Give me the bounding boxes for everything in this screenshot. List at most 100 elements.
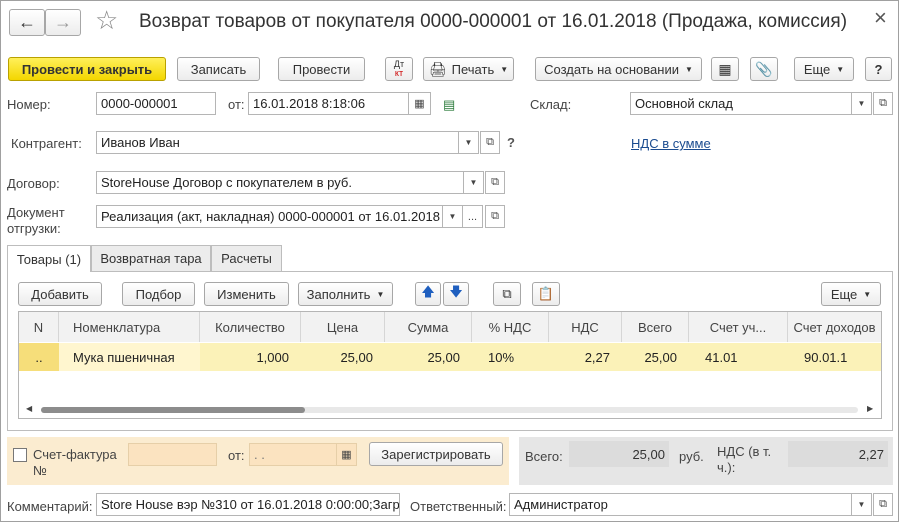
col-header-n[interactable]: N [19, 312, 59, 342]
print-label: Печать [451, 61, 495, 77]
arrow-up-icon: 🡅 [421, 284, 435, 299]
horizontal-scrollbar-thumb[interactable] [41, 407, 305, 413]
invoice-date-field[interactable]: . . [249, 443, 337, 466]
help-button[interactable]: ? [865, 57, 892, 81]
calendar-button[interactable]: ▦ [409, 92, 431, 115]
fill-button[interactable]: Заполнить ▼ [298, 282, 393, 306]
shipment-select-button[interactable]: ... [463, 205, 483, 228]
tab-settlements-label: Расчеты [221, 251, 272, 266]
contract-field[interactable]: StoreHouse Договор с покупателем в руб. [96, 171, 464, 194]
responsible-label: Ответственный: [410, 499, 507, 514]
chevron-down-icon: ▼ [684, 64, 693, 74]
col-price-label: Цена [326, 319, 359, 335]
cell-sum[interactable]: 25,00 [385, 343, 466, 371]
vat-total-value: 2,27 [788, 441, 888, 467]
counterparty-help-icon[interactable]: ? [507, 135, 515, 150]
contract-dropdown[interactable]: ▼ [464, 171, 484, 194]
dt-kt-button[interactable]: Дт кт [385, 57, 413, 81]
responsible-field[interactable]: Администратор [509, 493, 852, 516]
more-button[interactable]: Еще ▼ [794, 57, 854, 81]
fill-label: Заполнить [306, 286, 371, 302]
table-more-button[interactable]: Еще ▼ [821, 282, 881, 306]
tab-settlements[interactable]: Расчеты [211, 245, 282, 271]
back-button[interactable]: ← [9, 9, 45, 36]
col-header-price[interactable]: Цена [301, 312, 385, 342]
table-more-label: Еще [830, 286, 858, 302]
attach-button[interactable]: 📎 [750, 57, 778, 81]
invoice-number-field[interactable] [128, 443, 217, 466]
post-and-close-button[interactable]: Провести и закрыть [8, 57, 166, 81]
tab-returnable-packaging[interactable]: Возвратная тара [91, 245, 211, 271]
save-button[interactable]: Записать [177, 57, 260, 81]
cell-vat-rate[interactable]: 10% [482, 343, 549, 371]
add-row-button[interactable]: Добавить [18, 282, 102, 306]
post-button[interactable]: Провести [278, 57, 365, 81]
invoice-calendar-button[interactable]: ▦ [337, 443, 357, 466]
cell-income-account[interactable]: 90.01.1 [798, 343, 881, 371]
cell-total[interactable]: 25,00 [622, 343, 683, 371]
warehouse-open-button[interactable]: ⧉ [873, 92, 893, 115]
shipment-document-field[interactable]: Реализация (акт, накладная) 0000-000001 … [96, 205, 443, 228]
counterparty-dropdown[interactable]: ▼ [459, 131, 479, 154]
post-label: Провести [292, 61, 351, 77]
cell-quantity[interactable]: 1,000 [200, 343, 295, 371]
warehouse-dropdown[interactable]: ▼ [852, 92, 872, 115]
col-account-label: Счет уч... [709, 319, 767, 335]
scroll-left-icon[interactable]: ◀ [26, 404, 32, 413]
contract-open-button[interactable]: ⧉ [485, 171, 505, 194]
copy-row-button[interactable]: ⧉ [493, 282, 521, 306]
create-based-on-button[interactable]: Создать на основании ▼ [535, 57, 702, 81]
cell-price[interactable]: 25,00 [301, 343, 379, 371]
responsible-dropdown[interactable]: ▼ [852, 493, 872, 516]
register-label: Зарегистрировать [381, 446, 491, 462]
move-down-button[interactable]: 🡇 [443, 282, 469, 306]
number-label: Номер: [7, 97, 51, 112]
comment-label: Комментарий: [7, 499, 93, 514]
move-up-button[interactable]: 🡅 [415, 282, 441, 306]
open-icon: ⧉ [491, 210, 499, 222]
favorite-star-icon[interactable]: ☆ [95, 5, 118, 36]
edit-label: Изменить [217, 286, 276, 302]
vat-in-amount-link[interactable]: НДС в сумме [631, 136, 711, 151]
cell-account[interactable]: 41.01 [699, 343, 788, 371]
responsible-open-button[interactable]: ⧉ [873, 493, 893, 516]
shipment-dropdown[interactable]: ▼ [443, 205, 463, 228]
edit-button[interactable]: Изменить [204, 282, 289, 306]
chevron-down-icon: ▼ [857, 99, 866, 108]
col-header-item[interactable]: Номенклатура [59, 312, 200, 342]
col-header-income-account[interactable]: Счет доходов [788, 312, 881, 342]
col-header-account[interactable]: Счет уч... [689, 312, 788, 342]
tab-goods[interactable]: Товары (1) [7, 245, 91, 272]
col-header-total[interactable]: Всего [622, 312, 689, 342]
warehouse-field[interactable]: Основной склад [630, 92, 852, 115]
col-header-sum[interactable]: Сумма [385, 312, 472, 342]
chevron-down-icon: ▼ [464, 138, 473, 147]
cell-item[interactable]: Мука пшеничная [59, 343, 200, 371]
total-label: Всего: [525, 449, 563, 464]
forward-button[interactable]: → [45, 9, 81, 36]
structure-button[interactable]: ▦ [711, 57, 739, 81]
dots-text: ... [467, 210, 478, 223]
counterparty-field[interactable]: Иванов Иван [96, 131, 459, 154]
col-header-vat[interactable]: НДС [549, 312, 622, 342]
scroll-right-icon[interactable]: ▶ [867, 404, 873, 413]
invoice-checkbox[interactable] [13, 448, 27, 462]
col-header-vat-rate[interactable]: % НДС [472, 312, 549, 342]
col-header-quantity[interactable]: Количество [200, 312, 301, 342]
document-list-icon[interactable]: ▤ [443, 97, 455, 113]
counterparty-label: Контрагент: [11, 136, 82, 151]
chevron-down-icon: ▼ [857, 500, 866, 509]
number-field[interactable]: 0000-000001 [96, 92, 216, 115]
counterparty-open-button[interactable]: ⧉ [480, 131, 500, 154]
print-button[interactable]: 🖨 Печать ▼ [423, 57, 514, 81]
cell-n[interactable]: .. [19, 343, 59, 371]
paste-button[interactable]: 📋 [532, 282, 560, 306]
register-button[interactable]: Зарегистрировать [369, 442, 503, 466]
close-icon[interactable]: × [874, 5, 887, 31]
cell-vat[interactable]: 2,27 [549, 343, 616, 371]
comment-field[interactable]: Store House вэр №310 от 16.01.2018 0:00:… [96, 493, 400, 516]
date-field[interactable]: 16.01.2018 8:18:06 [248, 92, 409, 115]
col-vat-rate-label: % НДС [488, 319, 532, 335]
pick-button[interactable]: Подбор [122, 282, 195, 306]
shipment-open-button[interactable]: ⧉ [485, 205, 505, 228]
